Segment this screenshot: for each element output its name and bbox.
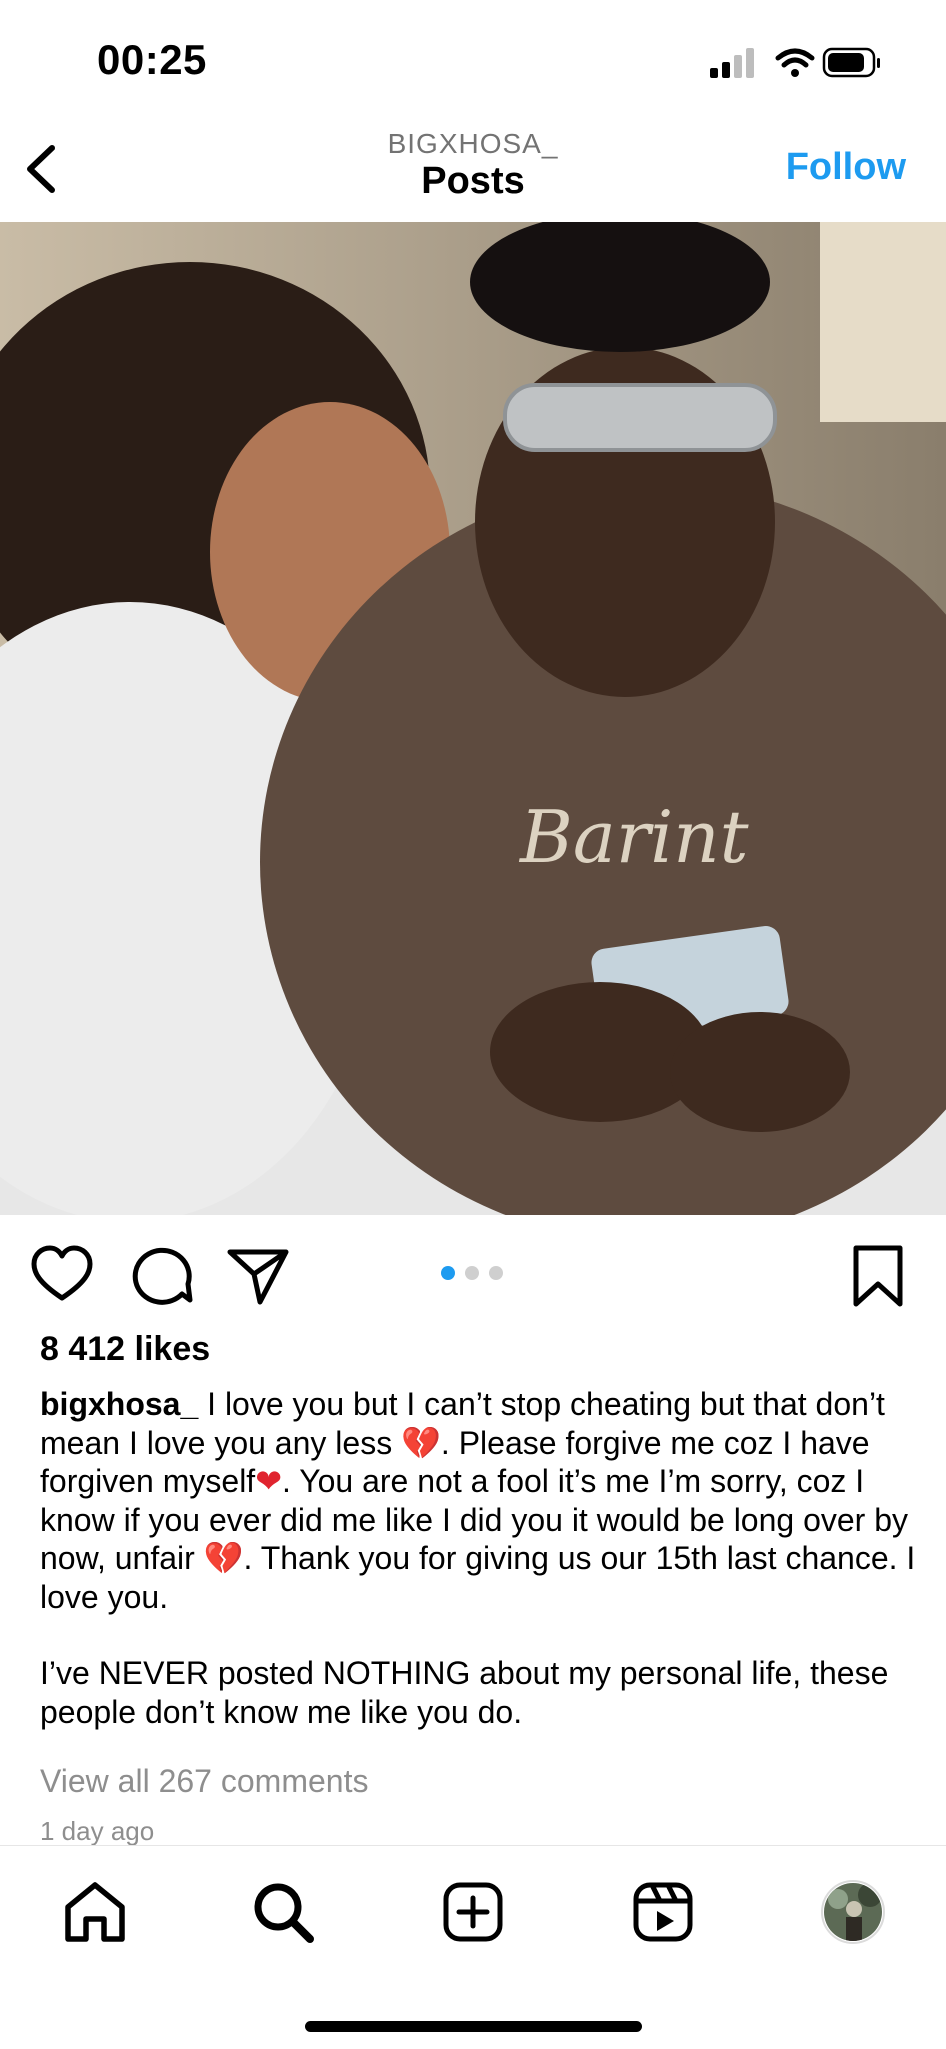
comment-button[interactable]: [130, 1244, 194, 1308]
send-icon: [227, 1249, 289, 1305]
post-actions: [0, 1222, 946, 1322]
like-button[interactable]: [30, 1244, 94, 1308]
broken-heart-emoji: 💔: [401, 1424, 441, 1461]
nav-create[interactable]: [440, 1879, 506, 1945]
nav-search[interactable]: [250, 1879, 316, 1945]
nav-reels[interactable]: [630, 1879, 696, 1945]
heart-icon: [31, 1245, 93, 1301]
follow-button[interactable]: Follow: [786, 146, 906, 189]
likes-count[interactable]: 8 412 likes: [40, 1330, 210, 1369]
carousel-dot-1: [441, 1266, 455, 1280]
carousel-indicator: [441, 1266, 503, 1280]
bottom-nav: [0, 1845, 946, 2049]
save-button[interactable]: [846, 1244, 910, 1308]
comment-icon: [132, 1247, 193, 1305]
nav-home[interactable]: [62, 1879, 128, 1945]
reels-icon: [633, 1882, 693, 1942]
header: BIGXHOSA_ Posts Follow: [0, 120, 946, 222]
carousel-dot-2: [465, 1266, 479, 1280]
status-bar: 00:25: [0, 0, 946, 120]
caption-paragraph: bigxhosa_ I love you but I can’t stop ch…: [40, 1385, 920, 1616]
post-timestamp: 1 day ago: [40, 1816, 155, 1846]
nav-profile[interactable]: [820, 1879, 886, 1945]
post-caption: bigxhosa_ I love you but I can’t stop ch…: [40, 1385, 920, 1731]
svg-text:Barint: Barint: [518, 795, 750, 879]
status-icons: [682, 44, 882, 84]
view-comments-link[interactable]: View all 267 comments: [40, 1763, 368, 1800]
post-photo[interactable]: Barint: [0, 222, 946, 1215]
red-heart-emoji: ❤: [255, 1463, 282, 1499]
caption-paragraph-2: I’ve NEVER posted NOTHING about my perso…: [40, 1655, 889, 1730]
battery-icon: [822, 47, 880, 78]
bookmark-icon: [853, 1245, 903, 1307]
status-time: 00:25: [97, 36, 207, 83]
create-icon: [443, 1882, 503, 1942]
profile-avatar: [821, 1880, 885, 1944]
home-indicator: [305, 2021, 642, 2032]
wifi-icon: [775, 48, 815, 77]
home-icon: [65, 1882, 125, 1942]
broken-heart-emoji: 💔: [203, 1540, 244, 1576]
signal-icon: [710, 48, 754, 78]
caption-username[interactable]: bigxhosa_: [40, 1386, 198, 1422]
share-button[interactable]: [226, 1244, 290, 1308]
search-icon: [254, 1883, 314, 1943]
carousel-dot-3: [489, 1266, 503, 1280]
